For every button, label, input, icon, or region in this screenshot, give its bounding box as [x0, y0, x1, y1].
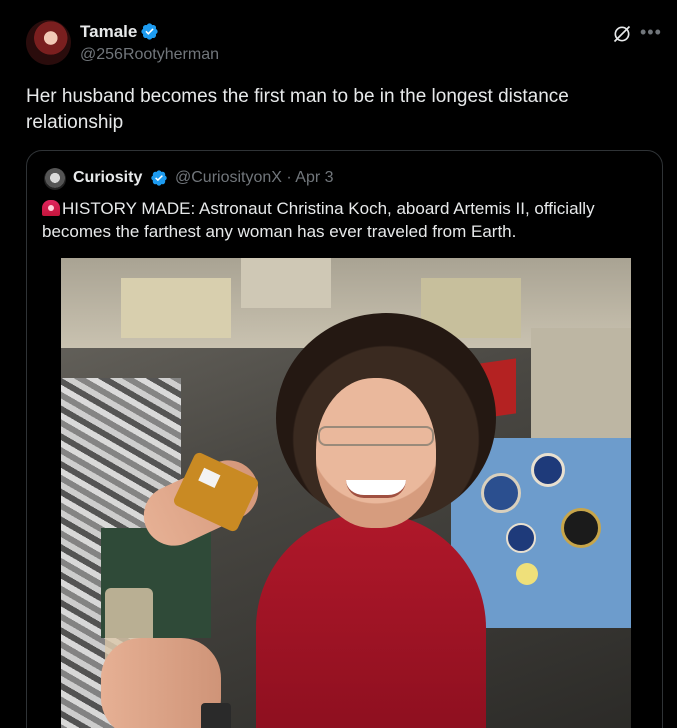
quoted-avatar[interactable] — [44, 168, 66, 190]
ceiling-panel — [121, 278, 231, 338]
grok-icon[interactable] — [612, 24, 632, 44]
verified-badge-icon — [141, 23, 158, 40]
siren-icon — [42, 200, 60, 216]
quoted-date[interactable]: Apr 3 — [295, 169, 333, 186]
more-icon[interactable]: ••• — [640, 22, 664, 42]
glasses — [318, 426, 434, 446]
quoted-verified-badge-icon — [151, 170, 167, 186]
tweet: Tamale @256Rootyherman ••• Her husband b… — [0, 0, 677, 728]
avatar[interactable] — [26, 20, 71, 65]
quoted-text-body: HISTORY MADE: Astronaut Christina Koch, … — [42, 199, 595, 241]
mission-patch — [516, 563, 538, 585]
quoted-tweet[interactable]: Curiosity @CuriosityonX · Apr 3 HISTORY … — [26, 150, 663, 728]
meta-separator: · — [286, 169, 292, 186]
wristwatch — [201, 703, 231, 728]
astronaut-shirt — [256, 513, 486, 728]
ceiling-panel — [241, 258, 331, 308]
astronaut-face — [316, 378, 436, 528]
mission-patch — [531, 453, 565, 487]
author-handle[interactable]: @256Rootyherman — [80, 46, 219, 64]
mission-patch — [506, 523, 536, 553]
mission-patch — [561, 508, 601, 548]
quoted-handle[interactable]: @CuriosityonX — [175, 169, 282, 186]
quoted-text: HISTORY MADE: Astronaut Christina Koch, … — [42, 197, 642, 243]
tweet-text: Her husband becomes the first man to be … — [26, 86, 569, 133]
quoted-meta[interactable]: @CuriosityonX · Apr 3 — [175, 169, 334, 187]
author-name[interactable]: Tamale — [80, 22, 137, 42]
quoted-photo[interactable] — [61, 258, 631, 728]
quoted-author-name[interactable]: Curiosity — [73, 169, 142, 187]
mission-patch — [481, 473, 521, 513]
smile — [346, 480, 406, 498]
